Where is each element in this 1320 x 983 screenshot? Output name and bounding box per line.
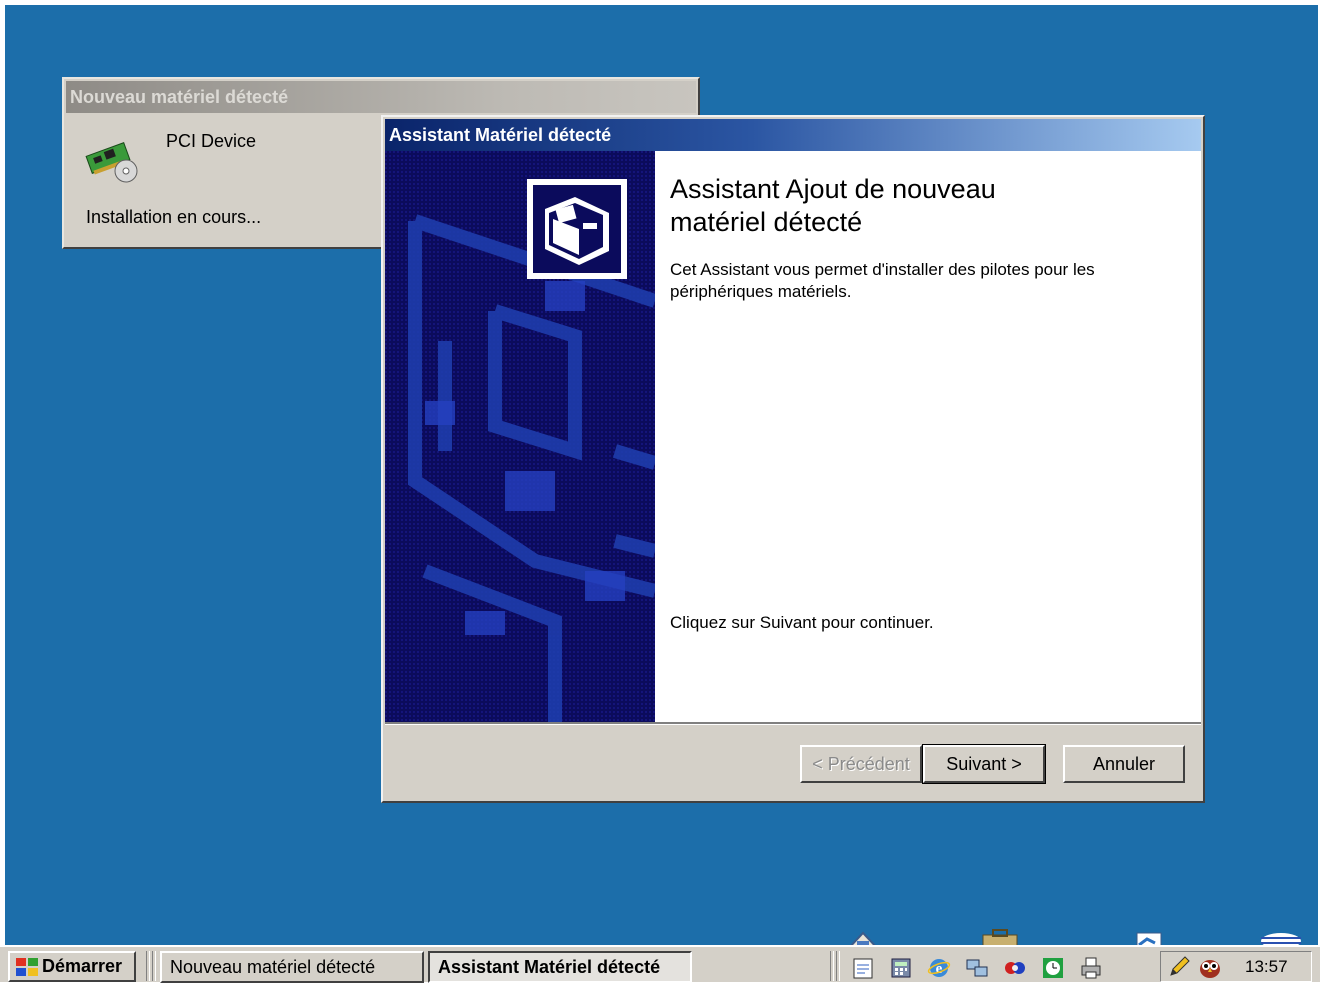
hardware-box-icon xyxy=(527,179,627,279)
clock-icon[interactable] xyxy=(1041,956,1065,980)
wizard-description: Cet Assistant vous permet d'installer de… xyxy=(670,260,1095,301)
owl-icon[interactable] xyxy=(1197,955,1223,979)
wizard-heading: Assistant Ajout de nouveau matériel déte… xyxy=(670,174,996,237)
wizard-separator xyxy=(385,722,1201,725)
found-hardware-title-bar[interactable]: Nouveau matériel détecté xyxy=(66,81,696,113)
internet-explorer-icon[interactable]: e xyxy=(927,956,951,980)
start-button[interactable]: Démarrer xyxy=(8,951,136,982)
printer-icon[interactable] xyxy=(1079,956,1103,980)
taskbar-grip[interactable] xyxy=(830,951,834,981)
wizard-banner xyxy=(385,151,655,722)
start-label: Démarrer xyxy=(42,956,123,976)
taskbar-grip[interactable] xyxy=(152,951,156,981)
clock[interactable]: 13:57 xyxy=(1245,957,1288,977)
wizard-title-bar[interactable]: Assistant Matériel détecté xyxy=(385,119,1201,151)
wizard-content: Assistant Ajout de nouveau matériel déte… xyxy=(655,151,1201,722)
network-icon[interactable] xyxy=(965,956,989,980)
media-icon[interactable] xyxy=(1003,956,1027,980)
installation-status: Installation en cours... xyxy=(86,207,262,227)
next-button[interactable]: Suivant > xyxy=(922,744,1046,784)
hardware-wizard-window: Assistant Matériel détecté Assistant Ajo… xyxy=(381,115,1205,803)
windows-logo-icon xyxy=(16,958,38,976)
wizard-continue-text: Cliquez sur Suivant pour continuer. xyxy=(670,613,934,632)
back-button[interactable]: < Précédent xyxy=(800,745,922,783)
task-found-hardware[interactable]: Nouveau matériel détecté xyxy=(160,951,424,983)
pci-card-icon xyxy=(85,142,138,183)
pencil-icon[interactable] xyxy=(1167,955,1191,979)
cancel-button[interactable]: Annuler xyxy=(1063,745,1185,783)
taskbar-grip[interactable] xyxy=(836,951,840,981)
device-name: PCI Device xyxy=(166,131,257,151)
system-tray: 13:57 xyxy=(1160,951,1312,982)
calculator-icon[interactable] xyxy=(889,956,913,980)
notepad-icon[interactable] xyxy=(851,956,875,980)
task-hardware-wizard[interactable]: Assistant Matériel détecté xyxy=(428,951,692,983)
taskbar: Démarrer Nouveau matériel détecté Assist… xyxy=(0,945,1320,983)
taskbar-grip[interactable] xyxy=(146,951,150,981)
